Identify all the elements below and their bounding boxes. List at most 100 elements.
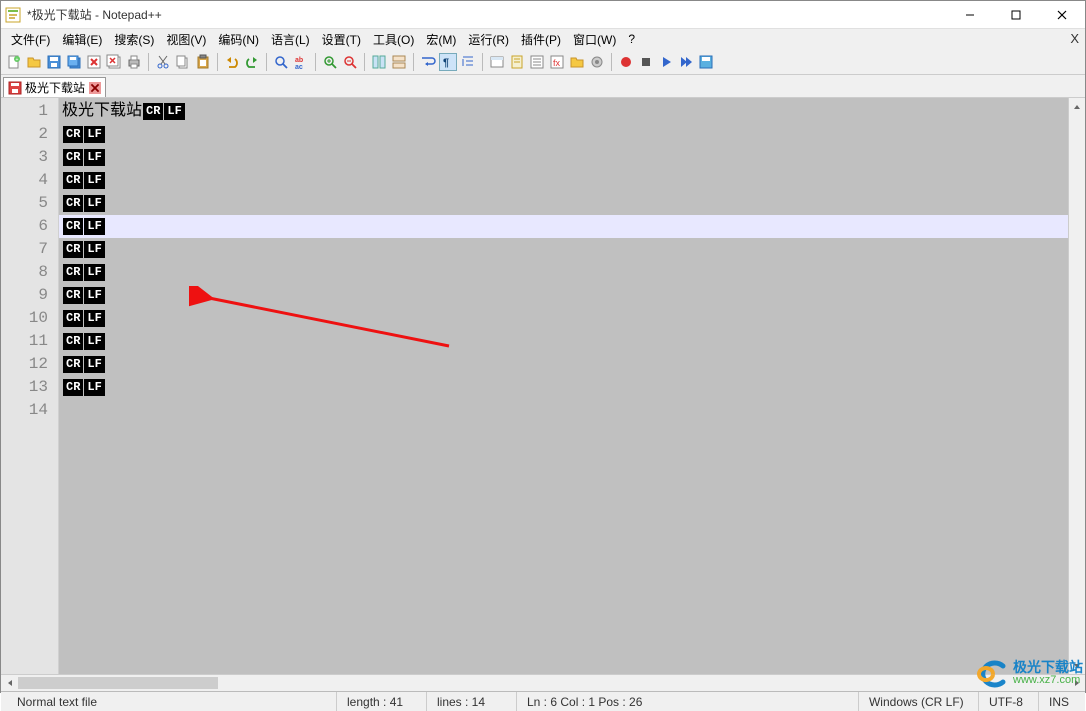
copy-icon[interactable] (174, 53, 192, 71)
vertical-scrollbar[interactable] (1068, 98, 1085, 674)
replace-icon[interactable]: abac (292, 53, 310, 71)
line-number: 7 (1, 238, 48, 261)
tab-label: 极光下载站 (25, 79, 85, 96)
play-multi-icon[interactable] (677, 53, 695, 71)
menu-settings[interactable]: 设置(T) (316, 30, 367, 49)
minimize-button[interactable] (947, 1, 993, 28)
close-button[interactable] (1039, 1, 1085, 28)
line-number: 11 (1, 330, 48, 353)
editor-line[interactable]: CRLF (59, 146, 1085, 169)
menu-macro[interactable]: 宏(M) (420, 30, 462, 49)
stop-macro-icon[interactable] (637, 53, 655, 71)
undo-icon[interactable] (223, 53, 241, 71)
editor-line[interactable]: CRLF (59, 123, 1085, 146)
play-macro-icon[interactable] (657, 53, 675, 71)
toolbar-separator (611, 53, 612, 71)
zoom-in-icon[interactable] (321, 53, 339, 71)
menu-window[interactable]: 窗口(W) (567, 30, 622, 49)
scroll-thumb[interactable] (18, 677, 218, 689)
watermark-icon (973, 660, 1009, 688)
cut-icon[interactable] (154, 53, 172, 71)
save-all-icon[interactable] (65, 53, 83, 71)
record-macro-icon[interactable] (617, 53, 635, 71)
line-number: 6 (1, 215, 48, 238)
scroll-track[interactable] (1069, 115, 1085, 657)
svg-text:¶: ¶ (443, 57, 449, 69)
document-tab[interactable]: 极光下载站 (3, 77, 106, 97)
print-icon[interactable] (125, 53, 143, 71)
line-number: 3 (1, 146, 48, 169)
menu-encoding[interactable]: 编码(N) (212, 30, 265, 49)
scroll-up-icon[interactable] (1069, 98, 1085, 115)
text-editor[interactable]: 极光下载站CRLFCRLFCRLFCRLFCRLFCRLFCRLFCRLFCRL… (59, 98, 1085, 674)
scroll-left-icon[interactable] (1, 675, 18, 691)
sync-h-icon[interactable] (390, 53, 408, 71)
redo-icon[interactable] (243, 53, 261, 71)
editor-line[interactable]: CRLF (59, 192, 1085, 215)
close-all-icon[interactable] (105, 53, 123, 71)
editor-line[interactable]: CRLF (59, 330, 1085, 353)
line-number: 12 (1, 353, 48, 376)
svg-text:ab: ab (295, 57, 303, 64)
menu-language[interactable]: 语言(L) (265, 30, 316, 49)
status-position: Ln : 6 Col : 1 Pos : 26 (517, 692, 859, 711)
zoom-out-icon[interactable] (341, 53, 359, 71)
editor-line[interactable]: CRLF (59, 238, 1085, 261)
editor-line[interactable]: CRLF (59, 284, 1085, 307)
editor-area: 1234567891011121314 极光下载站CRLFCRLFCRLFCRL… (1, 97, 1085, 674)
menu-file[interactable]: 文件(F) (5, 30, 56, 49)
paste-icon[interactable] (194, 53, 212, 71)
menu-view[interactable]: 视图(V) (160, 30, 212, 49)
window-title: *极光下载站 - Notepad++ (27, 6, 947, 23)
toolbar-separator (217, 53, 218, 71)
tab-close-icon[interactable] (89, 82, 101, 94)
find-icon[interactable] (272, 53, 290, 71)
editor-line[interactable]: CRLF (59, 261, 1085, 284)
editor-line[interactable] (59, 399, 1085, 422)
menu-edit[interactable]: 编辑(E) (56, 30, 108, 49)
eol-marker: CRLF (63, 241, 106, 258)
close-file-icon[interactable] (85, 53, 103, 71)
watermark-url: www.xz7.com (1013, 674, 1083, 687)
lang-udl-icon[interactable] (488, 53, 506, 71)
save-icon[interactable] (45, 53, 63, 71)
monitor-icon[interactable] (588, 53, 606, 71)
menu-plugins[interactable]: 插件(P) (515, 30, 567, 49)
show-all-chars-icon[interactable]: ¶ (439, 53, 457, 71)
watermark-title: 极光下载站 (1013, 661, 1083, 674)
open-file-icon[interactable] (25, 53, 43, 71)
editor-line[interactable]: CRLF (59, 307, 1085, 330)
mdi-close-button[interactable]: X (1070, 31, 1079, 46)
watermark-logo: 极光下载站 www.xz7.com (973, 660, 1083, 688)
indent-guide-icon[interactable] (459, 53, 477, 71)
menu-run[interactable]: 运行(R) (462, 30, 515, 49)
eol-marker: CRLF (63, 172, 106, 189)
doc-map-icon[interactable] (508, 53, 526, 71)
sync-v-icon[interactable] (370, 53, 388, 71)
editor-line[interactable]: CRLF (59, 215, 1085, 238)
new-file-icon[interactable]: + (5, 53, 23, 71)
editor-line[interactable]: 极光下载站CRLF (59, 100, 1085, 123)
scroll-track-h[interactable] (18, 675, 1068, 691)
editor-line[interactable]: CRLF (59, 169, 1085, 192)
menu-tools[interactable]: 工具(O) (367, 30, 420, 49)
doc-list-icon[interactable] (528, 53, 546, 71)
eol-marker: CRLF (63, 333, 106, 350)
maximize-button[interactable] (993, 1, 1039, 28)
toolbar-separator (413, 53, 414, 71)
editor-line[interactable]: CRLF (59, 376, 1085, 399)
status-length: length : 41 (337, 692, 427, 711)
wordwrap-icon[interactable] (419, 53, 437, 71)
status-encoding: UTF-8 (979, 692, 1039, 711)
toolbar: + abac ¶ fx (1, 49, 1085, 75)
line-number: 5 (1, 192, 48, 215)
menu-search[interactable]: 搜索(S) (108, 30, 160, 49)
func-list-icon[interactable]: fx (548, 53, 566, 71)
horizontal-scrollbar[interactable] (1, 674, 1085, 691)
toolbar-separator (148, 53, 149, 71)
menu-help[interactable]: ? (622, 31, 641, 47)
editor-line[interactable]: CRLF (59, 353, 1085, 376)
save-macro-icon[interactable] (697, 53, 715, 71)
eol-marker: CRLF (63, 310, 106, 327)
folder-workspace-icon[interactable] (568, 53, 586, 71)
